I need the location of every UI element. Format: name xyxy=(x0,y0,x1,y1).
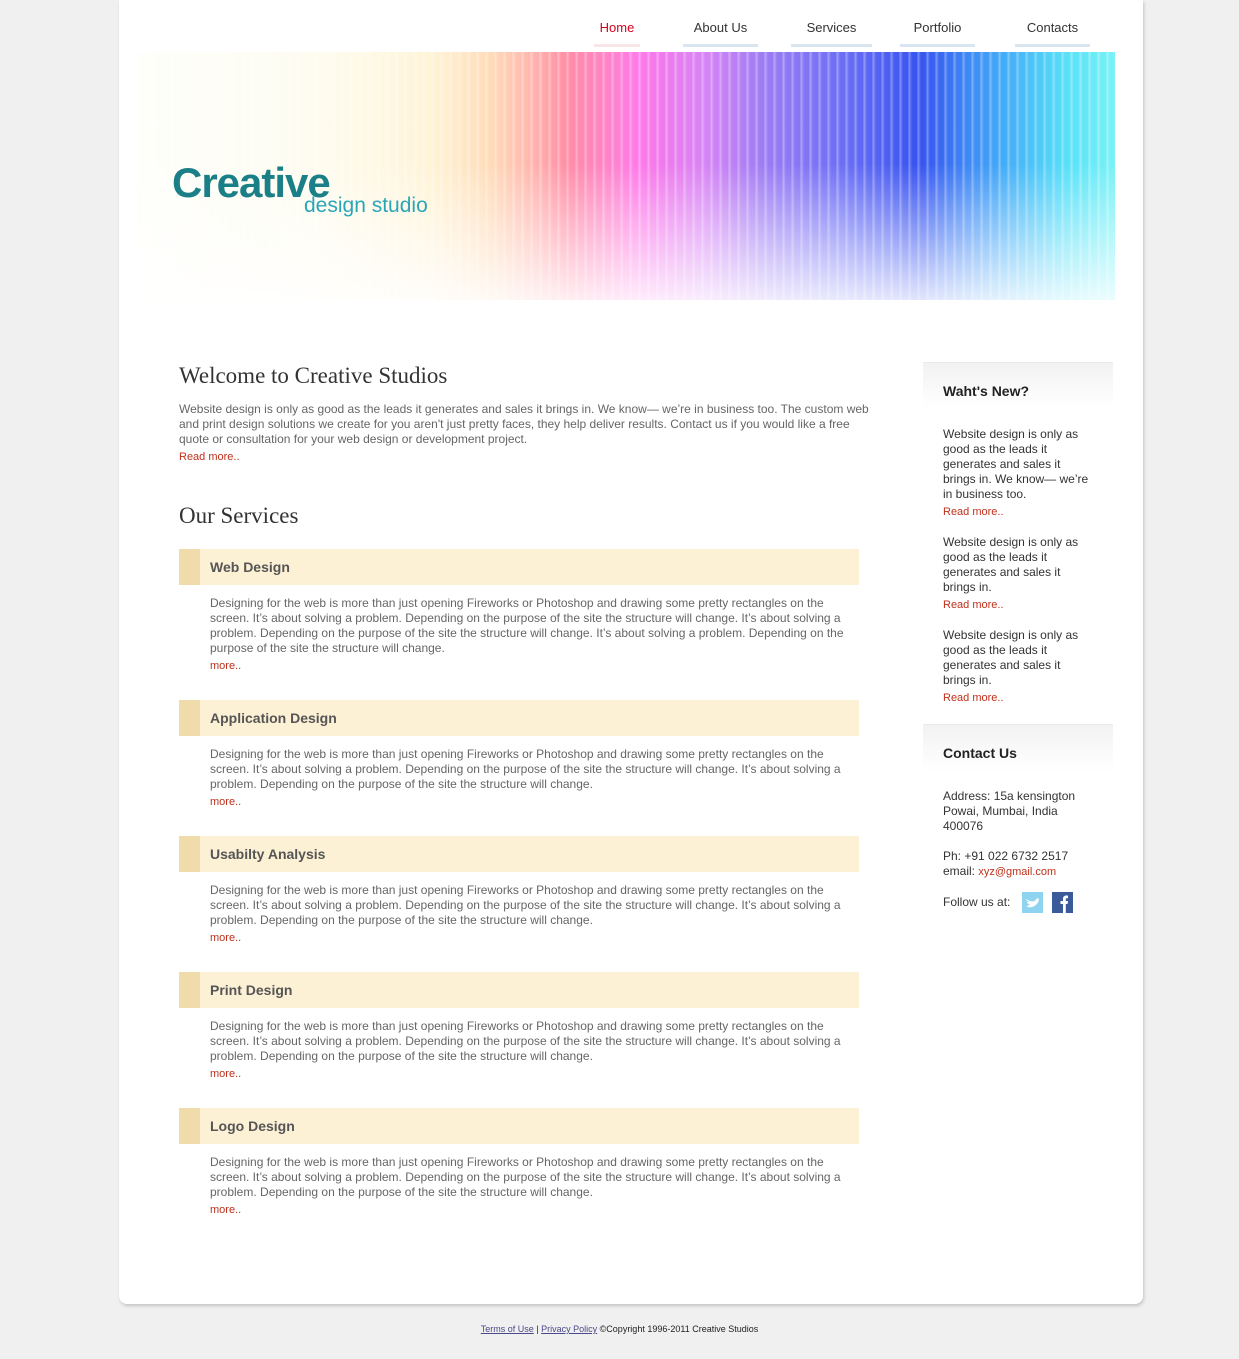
contact-email-line: email: xyz@gmail.com xyxy=(943,864,1093,880)
terms-of-use-link[interactable]: Terms of Use xyxy=(481,1324,534,1334)
welcome-text: Website design is only as good as the le… xyxy=(179,402,869,446)
welcome-title: Welcome to Creative Studios xyxy=(179,363,448,388)
news-text: Website design is only as good as the le… xyxy=(943,427,1089,501)
service-text: Designing for the web is more than just … xyxy=(210,1019,841,1063)
contact-box: Contact Us Address: 15a kensington Powai… xyxy=(923,724,1113,913)
service-text: Designing for the web is more than just … xyxy=(210,747,841,791)
footer-copyright: ©Copyright 1996-2011 Creative Studios xyxy=(599,1324,759,1334)
contact-title: Contact Us xyxy=(943,745,1017,761)
service-body-logo-design: Designing for the web is more than just … xyxy=(210,1155,850,1218)
nav-contacts[interactable]: Contacts xyxy=(1015,18,1090,47)
top-nav: Home About Us Services Portfolio Contact… xyxy=(119,0,1143,50)
welcome-section: Website design is only as good as the le… xyxy=(179,402,874,465)
contact-address: Address: 15a kensington Powai, Mumbai, I… xyxy=(943,789,1076,833)
service-text: Designing for the web is more than just … xyxy=(210,596,844,655)
news-read-more-link[interactable]: Read more.. xyxy=(943,692,1004,704)
service-text: Designing for the web is more than just … xyxy=(210,1155,841,1199)
news-read-more-link[interactable]: Read more.. xyxy=(943,599,1004,611)
service-body-print-design: Designing for the web is more than just … xyxy=(210,1019,850,1082)
service-title: Logo Design xyxy=(210,1118,295,1134)
service-more-link[interactable]: more.. xyxy=(210,1068,241,1080)
service-title: Application Design xyxy=(210,710,337,726)
footer: Terms of Use | Privacy Policy ©Copyright… xyxy=(0,1324,1239,1334)
news-item: Website design is only as good as the le… xyxy=(943,535,1093,613)
whats-new-header: Waht's New? xyxy=(923,362,1113,411)
contact-email-label: email: xyxy=(943,864,976,878)
whats-new-title: Waht's New? xyxy=(943,383,1030,399)
service-accent xyxy=(179,972,200,1008)
whats-new-box: Waht's New? Website design is only as go… xyxy=(923,362,1113,706)
privacy-policy-link[interactable]: Privacy Policy xyxy=(541,1324,597,1334)
services-title: Our Services xyxy=(179,503,299,528)
service-more-link[interactable]: more.. xyxy=(210,796,241,808)
nav-portfolio[interactable]: Portfolio xyxy=(900,18,975,47)
whats-new-list: Website design is only as good as the le… xyxy=(923,411,1113,706)
follow-us-label: Follow us at: xyxy=(943,895,1011,909)
service-accent xyxy=(179,549,200,585)
service-body-usability-analysis: Designing for the web is more than just … xyxy=(210,883,850,946)
nav-about-us[interactable]: About Us xyxy=(683,18,758,47)
news-read-more-link[interactable]: Read more.. xyxy=(943,506,1004,518)
service-header-application-design: Application Design xyxy=(179,700,859,736)
service-header-usability-analysis: Usabilty Analysis xyxy=(179,836,859,872)
news-item: Website design is only as good as the le… xyxy=(943,628,1093,706)
news-text: Website design is only as good as the le… xyxy=(943,535,1079,594)
hero-banner: Creative design studio xyxy=(138,52,1115,300)
service-accent xyxy=(179,836,200,872)
service-header-logo-design: Logo Design xyxy=(179,1108,859,1144)
logo-sub-text: design studio xyxy=(304,194,428,217)
service-more-link[interactable]: more.. xyxy=(210,660,241,672)
news-item: Website design is only as good as the le… xyxy=(943,427,1093,520)
welcome-read-more-link[interactable]: Read more.. xyxy=(179,451,240,463)
page-container: Home About Us Services Portfolio Contact… xyxy=(119,0,1143,1304)
logo[interactable]: Creative design studio xyxy=(172,162,428,217)
service-accent xyxy=(179,1108,200,1144)
service-title: Web Design xyxy=(210,559,290,575)
service-text: Designing for the web is more than just … xyxy=(210,883,841,927)
service-more-link[interactable]: more.. xyxy=(210,1204,241,1216)
follow-us-row: Follow us at: xyxy=(943,892,1093,913)
news-text: Website design is only as good as the le… xyxy=(943,628,1079,687)
service-body-web-design: Designing for the web is more than just … xyxy=(210,596,850,674)
service-body-application-design: Designing for the web is more than just … xyxy=(210,747,850,810)
facebook-icon[interactable] xyxy=(1052,892,1074,913)
contact-header: Contact Us xyxy=(923,724,1113,773)
service-accent xyxy=(179,700,200,736)
service-title: Usabilty Analysis xyxy=(210,846,326,862)
service-more-link[interactable]: more.. xyxy=(210,932,241,944)
service-header-web-design: Web Design xyxy=(179,549,859,585)
contact-phone: Ph: +91 022 6732 2517 xyxy=(943,849,1069,863)
nav-services[interactable]: Services xyxy=(791,18,872,47)
twitter-icon[interactable] xyxy=(1021,892,1043,913)
footer-separator: | xyxy=(536,1324,539,1334)
service-header-print-design: Print Design xyxy=(179,972,859,1008)
nav-home[interactable]: Home xyxy=(594,18,640,47)
contact-email-link[interactable]: xyz@gmail.com xyxy=(978,866,1056,878)
service-title: Print Design xyxy=(210,982,293,998)
contact-details: Address: 15a kensington Powai, Mumbai, I… xyxy=(923,773,1113,913)
